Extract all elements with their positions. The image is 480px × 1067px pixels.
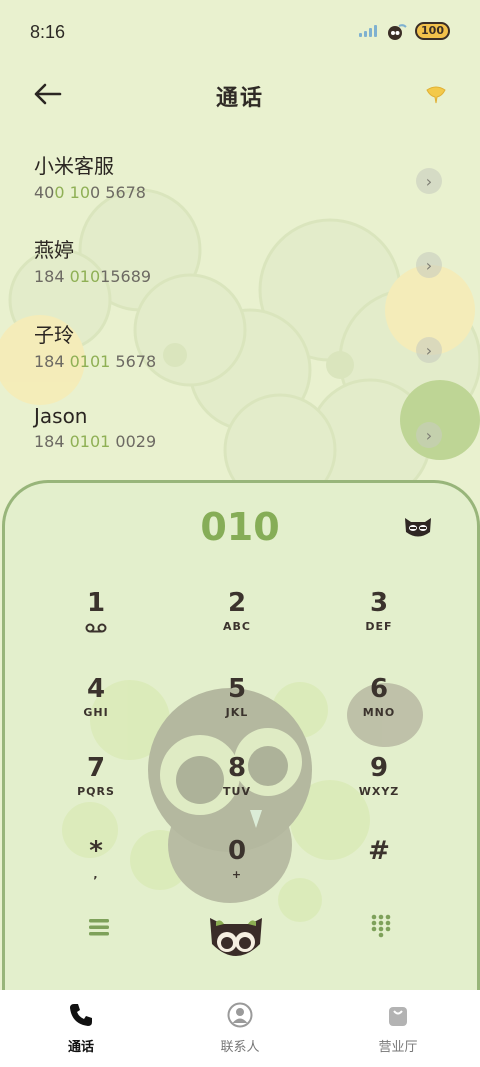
- key-hash[interactable]: #: [319, 836, 439, 906]
- key-letters: +: [231, 868, 243, 881]
- key-letters: MNO: [362, 706, 396, 719]
- key-4[interactable]: 4 GHI: [36, 674, 156, 744]
- contact-number: 184 0101 0029: [34, 432, 446, 451]
- number-part: 15689: [100, 267, 152, 286]
- key-letters: TUV: [223, 785, 251, 798]
- number-part: 40: [34, 183, 55, 202]
- chevron-right-icon[interactable]: ›: [416, 422, 442, 448]
- bag-icon: [389, 1007, 407, 1026]
- key-digit: 8: [227, 753, 247, 783]
- number-match: 0101: [69, 432, 111, 451]
- key-letters: WXYZ: [358, 785, 400, 798]
- key-3[interactable]: 3 DEF: [319, 588, 439, 658]
- key-digit: 9: [369, 753, 389, 783]
- status-time: 8:16: [30, 22, 66, 42]
- key-letters: ABC: [223, 620, 251, 633]
- key-1[interactable]: 1: [36, 588, 156, 658]
- menu-icon[interactable]: [86, 914, 112, 940]
- number-part: 184: [34, 267, 70, 286]
- battery-icon: 100: [415, 22, 450, 40]
- contact-number: 184 0101 5678: [34, 352, 446, 371]
- contact-name: 燕婷: [34, 238, 74, 262]
- key-2[interactable]: 2 ABC: [177, 588, 297, 658]
- key-digit: 4: [86, 674, 106, 704]
- signal-icon: [359, 25, 378, 37]
- nav-label: 营业厅: [378, 1040, 418, 1055]
- number-part: 0029: [110, 432, 157, 451]
- key-0[interactable]: 0 +: [177, 836, 297, 906]
- key-digit: *: [89, 836, 103, 866]
- number-match: 010: [69, 267, 101, 286]
- key-digit: #: [368, 836, 390, 866]
- wifi-cat-icon: [388, 24, 407, 40]
- nav-tab-contacts[interactable]: 联系人: [185, 1002, 295, 1055]
- page-title: 通话: [215, 86, 264, 111]
- nav-label: 联系人: [220, 1040, 260, 1055]
- number-match: 0: [54, 183, 65, 202]
- key-6[interactable]: 6 MNO: [319, 674, 439, 744]
- number-part: 184: [34, 352, 70, 371]
- key-letters: ,: [93, 868, 99, 881]
- chevron-right-icon[interactable]: ›: [416, 252, 442, 278]
- number-part: 0 5678: [90, 183, 146, 202]
- dialpad-grid-icon[interactable]: [368, 912, 394, 938]
- key-letters: GHI: [83, 706, 109, 719]
- contact-name: 小米客服: [34, 154, 114, 178]
- contact-name: 子玲: [34, 323, 74, 347]
- status-icons: 100: [359, 22, 450, 40]
- key-digit: 3: [369, 588, 389, 618]
- chevron-right-icon[interactable]: ›: [416, 337, 442, 363]
- key-digit: 7: [86, 753, 106, 783]
- contact-item[interactable]: 子玲 184 0101 5678 ›: [34, 319, 446, 389]
- contact-number: 400 100 5678: [34, 183, 446, 202]
- key-letters: JKL: [225, 706, 249, 719]
- key-8[interactable]: 8 TUV: [177, 753, 297, 823]
- chevron-right-icon[interactable]: ›: [416, 168, 442, 194]
- contact-item[interactable]: 燕婷 184 01015689 ›: [34, 234, 446, 304]
- key-7[interactable]: 7 PQRS: [36, 753, 156, 823]
- key-digit: 0: [227, 836, 247, 866]
- voicemail-icon: [85, 623, 107, 633]
- key-digit: 2: [227, 588, 247, 618]
- key-digit: 6: [369, 674, 389, 704]
- key-star[interactable]: * ,: [36, 836, 156, 906]
- key-5[interactable]: 5 JKL: [177, 674, 297, 744]
- key-letters: PQRS: [77, 785, 115, 798]
- call-button[interactable]: [206, 912, 266, 964]
- contact-item[interactable]: Jason 184 0101 0029 ›: [34, 404, 446, 474]
- number-part: 5678: [110, 352, 157, 371]
- key-digit: 1: [86, 588, 106, 618]
- number-part: 184: [34, 432, 70, 451]
- ginkgo-leaf-icon[interactable]: [424, 82, 448, 106]
- nav-label: 通话: [67, 1040, 94, 1055]
- person-icon: [227, 1002, 253, 1028]
- key-letters: DEF: [365, 620, 393, 633]
- phone-icon: [70, 1004, 92, 1026]
- nav-tab-store[interactable]: 营业厅: [343, 1002, 453, 1055]
- cat-face-icon[interactable]: [403, 514, 433, 540]
- number-match: 10: [69, 183, 90, 202]
- number-match: 0101: [69, 352, 111, 371]
- contact-item[interactable]: 小米客服 400 100 5678 ›: [34, 150, 446, 220]
- contact-name: Jason: [34, 404, 88, 428]
- contact-number: 184 01015689: [34, 267, 446, 286]
- key-digit: 5: [227, 674, 247, 704]
- key-9[interactable]: 9 WXYZ: [319, 753, 439, 823]
- nav-tab-calls[interactable]: 通话: [26, 1002, 136, 1055]
